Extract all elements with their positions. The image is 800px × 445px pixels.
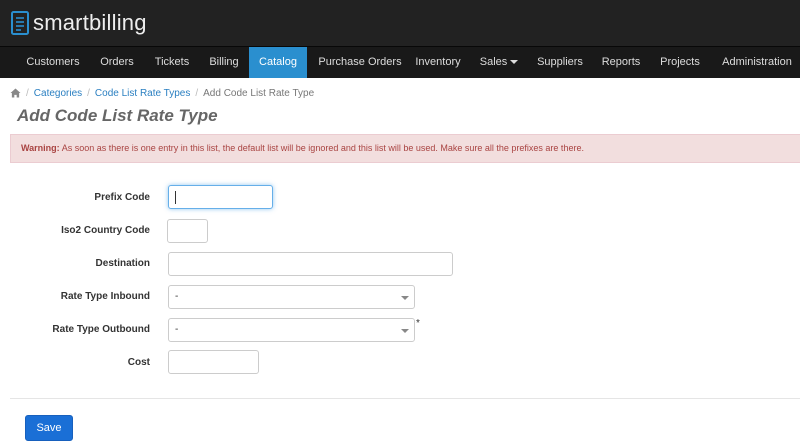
cost-label: Cost: [127, 357, 150, 368]
nav-projects[interactable]: Projects: [652, 47, 708, 78]
rate-type-inbound-select[interactable]: -: [168, 285, 415, 309]
save-button[interactable]: Save: [25, 415, 73, 441]
required-mark: *: [416, 318, 420, 329]
nav-sales[interactable]: Sales: [470, 47, 528, 78]
breadcrumb-separator: /: [87, 87, 90, 99]
breadcrumb-code-list-rate-types[interactable]: Code List Rate Types: [95, 88, 190, 99]
breadcrumb-categories[interactable]: Categories: [34, 88, 82, 99]
nav-billing[interactable]: Billing: [201, 47, 247, 78]
page-title: Add Code List Rate Type: [17, 106, 218, 125]
cost-input[interactable]: [168, 350, 259, 374]
nav-suppliers[interactable]: Suppliers: [530, 47, 590, 78]
nav-catalog[interactable]: Catalog: [249, 47, 307, 78]
form-divider: [10, 398, 800, 399]
iso2-country-code-input[interactable]: [167, 219, 208, 243]
nav-administration[interactable]: Administration: [714, 47, 800, 78]
app-name: smartbilling: [33, 10, 147, 35]
alert-text: As soon as there is one entry in this li…: [61, 143, 584, 153]
chevron-down-icon: [401, 329, 409, 333]
nav-reports[interactable]: Reports: [592, 47, 650, 78]
main-nav: Customers Orders Tickets Billing Catalog…: [0, 46, 800, 78]
prefix-code-input[interactable]: [168, 185, 273, 209]
rate-type-inbound-label: Rate Type Inbound: [60, 291, 150, 302]
home-icon[interactable]: [10, 88, 21, 98]
breadcrumb: / Categories / Code List Rate Types / Ad…: [10, 86, 314, 100]
nav-tickets[interactable]: Tickets: [146, 47, 198, 78]
top-header: smartbilling: [0, 0, 800, 46]
prefix-code-label: Prefix Code: [94, 192, 150, 203]
nav-customers[interactable]: Customers: [17, 47, 89, 78]
nav-orders[interactable]: Orders: [92, 47, 142, 78]
breadcrumb-current: Add Code List Rate Type: [203, 87, 315, 99]
nav-purchase-orders[interactable]: Purchase Orders: [310, 47, 410, 78]
rate-type-inbound-value: -: [175, 291, 179, 302]
rate-type-outbound-value: -: [175, 324, 179, 335]
alert-strong: Warning:: [21, 143, 60, 153]
iso2-country-code-label: Iso2 Country Code: [61, 225, 150, 236]
nav-inventory[interactable]: Inventory: [408, 47, 468, 78]
destination-input[interactable]: [168, 252, 453, 276]
breadcrumb-separator: /: [195, 87, 199, 99]
logo-icon: [11, 11, 29, 35]
text-cursor: [175, 191, 176, 204]
warning-alert: Warning: As soon as there is one entry i…: [10, 134, 800, 163]
rate-type-outbound-select[interactable]: -: [168, 318, 415, 342]
chevron-down-icon: [401, 296, 409, 300]
chevron-down-icon: [510, 60, 519, 65]
rate-type-outbound-label: Rate Type Outbound: [52, 324, 150, 335]
destination-label: Destination: [95, 258, 150, 269]
nav-sales-label: Sales: [479, 56, 508, 68]
breadcrumb-separator: /: [26, 87, 29, 99]
app-logo[interactable]: smartbilling: [11, 9, 147, 37]
